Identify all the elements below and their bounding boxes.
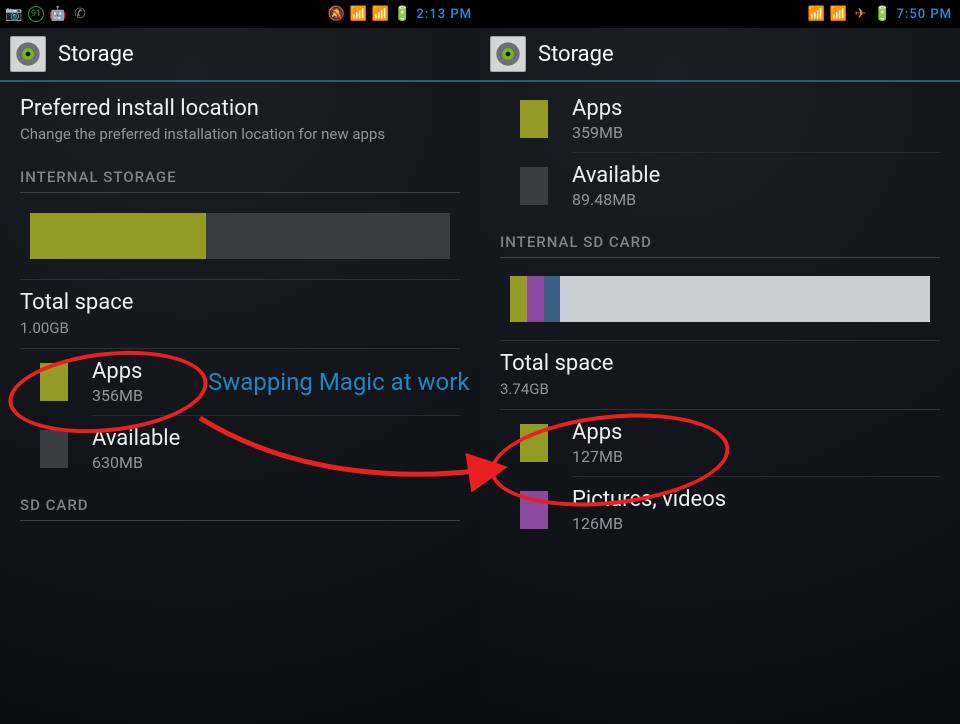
usage-bar-segment	[510, 276, 527, 322]
android-icon: 🤖	[50, 6, 66, 22]
usage-bar-segment	[30, 213, 206, 259]
legend-swatch	[40, 363, 68, 401]
camera-icon: 📷	[6, 6, 22, 22]
page-title: Storage	[538, 42, 614, 67]
status-bar: 📶 📶 ✈ 🔋 7:50 PM	[480, 0, 960, 28]
phone-right: 📶 📶 ✈ 🔋 7:50 PM Storage Apps 359MB Availab…	[480, 0, 960, 724]
legend-row-apps[interactable]: Apps 127MB	[480, 410, 960, 476]
status-bar: 📷 91 🤖 ✆ 🔕 📶 📶 🔋 2:13 PM	[0, 0, 480, 28]
battery-icon: 🔋	[875, 6, 891, 22]
legend-label: Available	[92, 426, 180, 451]
legend-label: Apps	[572, 420, 623, 445]
status-icons-right: 🔕 📶 📶 🔋 2:13 PM	[329, 6, 481, 22]
row-subtitle: Change the preferred installation locati…	[20, 125, 460, 144]
legend-label: Apps	[572, 96, 623, 121]
clock-text: 2:13 PM	[417, 7, 473, 22]
battery-icon: 🔋	[395, 6, 411, 22]
phone-left: 📷 91 🤖 ✆ 🔕 📶 📶 🔋 2:13 PM Storage Preferr…	[0, 0, 480, 724]
signal-icon: 📶	[831, 6, 847, 22]
legend-swatch	[520, 167, 548, 205]
row-value: 1.00GB	[20, 319, 460, 338]
total-space-row[interactable]: Total space 3.74GB	[480, 341, 960, 409]
legend-value: 630MB	[92, 453, 180, 472]
legend-label: Pictures, videos	[572, 487, 726, 512]
legend-label: Available	[572, 163, 660, 188]
wifi-icon: 📶	[351, 6, 367, 22]
usage-bar	[510, 276, 930, 322]
legend-row-apps[interactable]: Apps 356MB	[0, 349, 480, 415]
usage-bar-row[interactable]	[0, 193, 480, 279]
section-internal-sd: INTERNAL SD CARD	[480, 219, 960, 257]
legend-swatch	[520, 491, 548, 529]
clock-text: 7:50 PM	[897, 7, 953, 22]
settings-gear-icon	[10, 36, 46, 72]
legend-value: 126MB	[572, 514, 726, 533]
page-title: Storage	[58, 42, 134, 67]
app-bar: Storage	[480, 28, 960, 82]
usage-bar-segment	[527, 276, 544, 322]
badge-icon: 91	[28, 6, 44, 22]
legend-swatch	[520, 100, 548, 138]
legend-swatch	[520, 424, 548, 462]
row-title: Total space	[20, 290, 460, 315]
row-title: Preferred install location	[20, 96, 460, 121]
section-sd-card: SD CARD	[0, 482, 480, 520]
legend-row-pictures-videos[interactable]: Pictures, videos 126MB	[480, 477, 960, 543]
status-icons-right: 📶 📶 ✈ 🔋 7:50 PM	[809, 6, 960, 22]
mute-icon: 🔕	[329, 6, 345, 22]
row-value: 3.74GB	[500, 380, 940, 399]
total-space-row[interactable]: Total space 1.00GB	[0, 280, 480, 348]
usage-bar	[30, 213, 450, 259]
status-icons-left: 📷 91 🤖 ✆	[0, 6, 88, 22]
app-bar: Storage	[0, 28, 480, 82]
section-internal-storage: INTERNAL STORAGE	[0, 154, 480, 192]
settings-gear-icon	[490, 36, 526, 72]
row-title: Total space	[500, 351, 940, 376]
legend-value: 127MB	[572, 447, 623, 466]
legend-row-available[interactable]: Available 630MB	[0, 416, 480, 482]
legend-value: 89.48MB	[572, 190, 660, 209]
whatsapp-icon: ✆	[72, 6, 88, 22]
usage-bar-row[interactable]	[480, 258, 960, 340]
legend-swatch	[40, 430, 68, 468]
legend-row-available[interactable]: Available 89.48MB	[480, 153, 960, 219]
pref-install-location-row[interactable]: Preferred install location Change the pr…	[0, 86, 480, 154]
legend-value: 356MB	[92, 386, 143, 405]
airplane-icon: ✈	[853, 6, 869, 22]
legend-label: Apps	[92, 359, 143, 384]
usage-bar-segment	[544, 276, 561, 322]
legend-value: 359MB	[572, 123, 623, 142]
wifi-icon: 📶	[809, 6, 825, 22]
legend-row-apps[interactable]: Apps 359MB	[480, 86, 960, 152]
signal-icon: 📶	[373, 6, 389, 22]
